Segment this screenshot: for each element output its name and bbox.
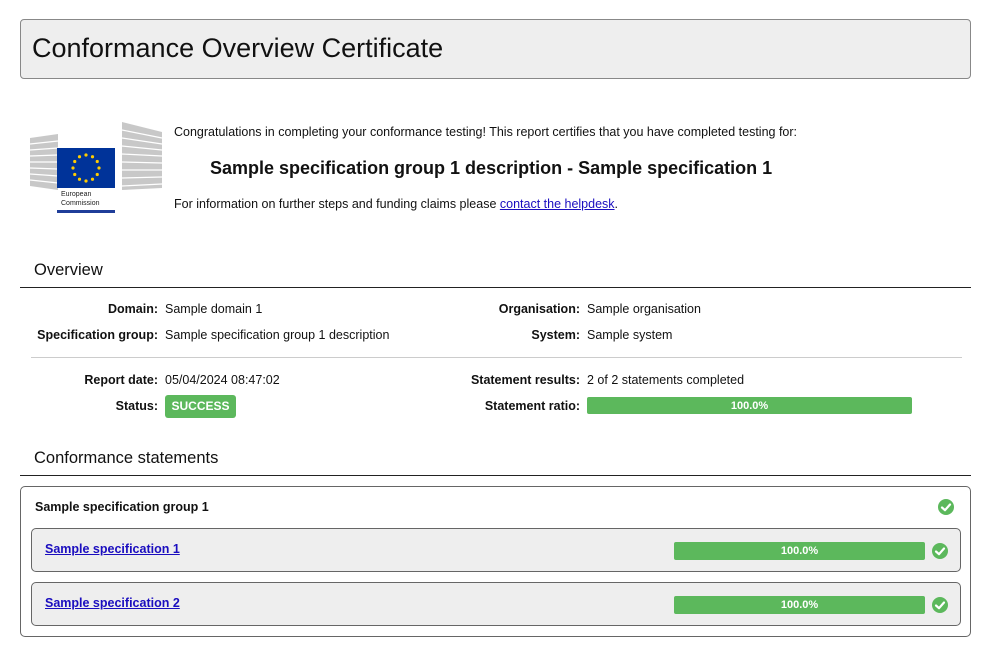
specification-row[interactable]: Sample specification 1 100.0% <box>31 528 961 572</box>
overview-heading: Overview <box>34 261 103 279</box>
spec-group-value: Sample specification group 1 description <box>165 328 390 342</box>
eu-star-icon <box>95 159 99 164</box>
eu-star-icon <box>84 153 88 157</box>
title-panel: Conformance Overview Certificate <box>20 19 971 79</box>
specification-link[interactable]: Sample specification 2 <box>45 596 180 610</box>
logo-text-line1: European <box>61 191 91 198</box>
eu-star-icon <box>84 179 88 183</box>
statements-heading: Conformance statements <box>34 449 219 467</box>
eu-star-icon <box>90 177 95 181</box>
statement-ratio-fill: 100.0% <box>587 397 912 414</box>
statement-results-value: 2 of 2 statements completed <box>587 373 745 387</box>
overview-inner-divider <box>31 357 962 358</box>
domain-label: Domain: <box>108 302 158 316</box>
eu-star-icon <box>77 177 82 181</box>
specification-ratio-fill: 100.0% <box>674 542 925 560</box>
specification-link[interactable]: Sample specification 1 <box>45 542 180 556</box>
logo-text-line2: Commission <box>61 200 100 207</box>
info-suffix: . <box>614 197 619 211</box>
specification-ratio-bar: 100.0% <box>674 596 925 614</box>
domain-value: Sample domain 1 <box>165 302 263 316</box>
status-label: Status: <box>115 399 158 413</box>
specification-group-title: Sample specification group 1 <box>35 500 209 514</box>
eu-star-icon <box>97 166 101 170</box>
statement-results-label: Statement results: <box>470 373 580 387</box>
organisation-value: Sample organisation <box>587 302 701 316</box>
specification-ratio-bar: 100.0% <box>674 542 925 560</box>
helpdesk-info: For information on further steps and fun… <box>174 197 618 211</box>
page-title: Conformance Overview Certificate <box>32 33 444 63</box>
group-success-check-icon <box>938 499 954 515</box>
eu-star-icon <box>73 159 77 164</box>
intro-text: Congratulations in completing your confo… <box>174 125 798 139</box>
eu-star-icon <box>73 172 77 177</box>
success-check-icon <box>932 543 948 559</box>
info-prefix: For information on further steps and fun… <box>174 197 500 211</box>
statement-ratio-bar: 100.0% <box>587 397 912 414</box>
statement-ratio-label: Statement ratio: <box>484 399 580 413</box>
system-label: System: <box>531 328 580 342</box>
report-date-value: 05/04/2024 08:47:02 <box>165 373 280 387</box>
eu-star-icon <box>95 172 99 177</box>
eu-star-icon <box>90 155 95 159</box>
specification-ratio-fill: 100.0% <box>674 596 925 614</box>
statements-divider <box>20 475 971 476</box>
logo-graphic: European Commission <box>29 122 163 213</box>
european-commission-logo: European Commission <box>28 120 168 216</box>
overview-divider <box>20 287 971 288</box>
spec-group-label: Specification group: <box>37 328 158 342</box>
status-badge: SUCCESS <box>165 395 236 418</box>
eu-star-icon <box>77 155 82 159</box>
helpdesk-link[interactable]: contact the helpdesk <box>500 197 615 211</box>
certified-subject: Sample specification group 1 description… <box>210 158 773 178</box>
eu-star-icon <box>71 166 75 170</box>
success-check-icon <box>932 597 948 613</box>
report-date-label: Report date: <box>84 373 158 387</box>
specification-row[interactable]: Sample specification 2 100.0% <box>31 582 961 626</box>
system-value: Sample system <box>587 328 673 342</box>
organisation-label: Organisation: <box>498 302 580 316</box>
